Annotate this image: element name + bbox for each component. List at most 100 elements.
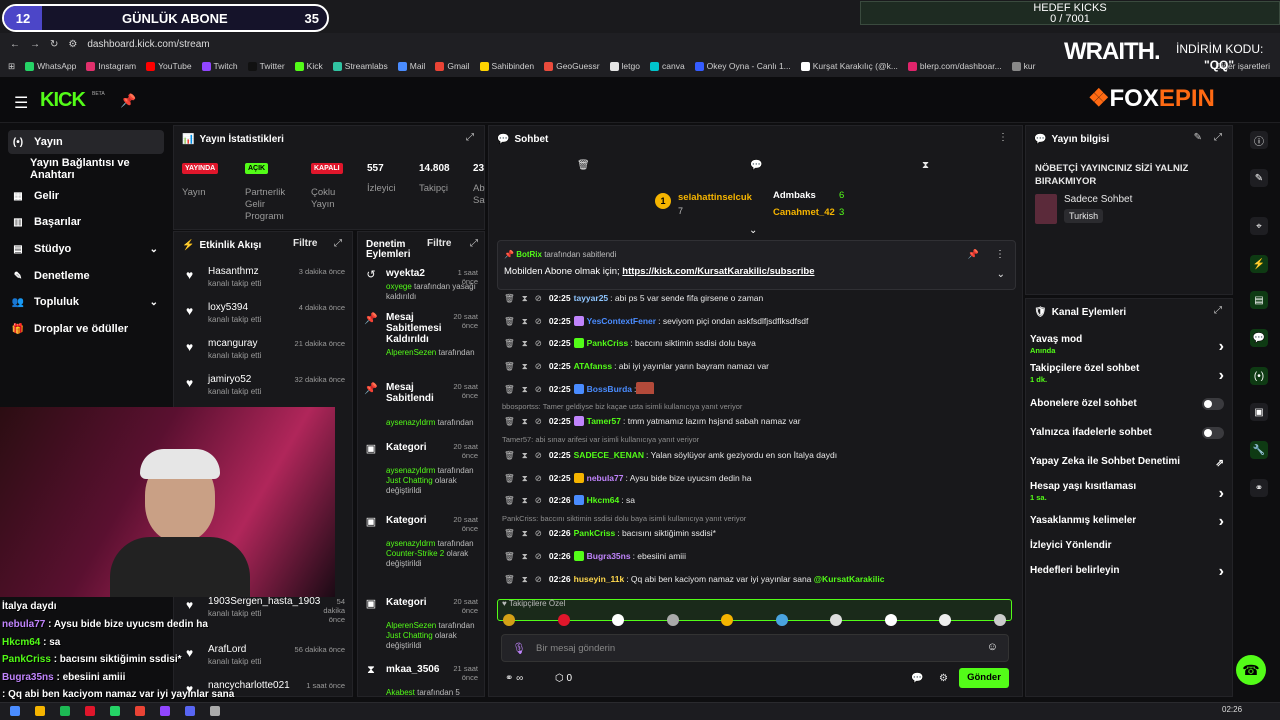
bookmark-sahibinden[interactable]: Sahibinden	[479, 61, 534, 72]
chat-input[interactable]: Bir mesaj gönderin	[536, 643, 615, 654]
taskbar-app-icon[interactable]	[210, 706, 220, 716]
reload-icon[interactable]: ↻	[50, 39, 58, 50]
timeout-icon[interactable]: ⧗	[522, 495, 528, 505]
delete-message-icon[interactable]: 🗑	[504, 338, 515, 348]
activity-user[interactable]: loxy5394	[208, 302, 248, 313]
expand-icon[interactable]: ⤢	[470, 238, 478, 249]
bookmark-kur[interactable]: kur	[1011, 61, 1035, 72]
share-icon[interactable]: ⚭	[1250, 479, 1268, 497]
ban-icon[interactable]: ⊘	[535, 551, 542, 561]
taskbar-app-icon[interactable]	[35, 706, 45, 716]
ban-icon[interactable]: ⊘	[535, 528, 542, 538]
channel-action-yasaklanm-kelimeler[interactable]: Yasaklanmış kelimeler ›	[1030, 513, 1228, 530]
hourglass-icon[interactable]: ⧗	[922, 160, 929, 171]
bookmark-streamlabs[interactable]: Streamlabs	[332, 61, 388, 72]
layout-icon[interactable]: ▣	[1250, 403, 1268, 421]
emoji-icon[interactable]: ☺	[987, 641, 998, 653]
channel-action-hedefleri-belirleyin[interactable]: Hedefleri belirleyin ›	[1030, 563, 1228, 580]
sidebar-item-gelir[interactable]: ▦ Gelir	[8, 184, 164, 208]
mod-action-user[interactable]: oxyege	[386, 282, 412, 291]
timeout-icon[interactable]: ⧗	[522, 450, 528, 460]
expand-icon[interactable]: ⤢	[466, 132, 474, 143]
timeout-icon[interactable]: ⧗	[522, 473, 528, 483]
expand-icon[interactable]: ⤢	[1214, 305, 1222, 316]
delete-message-icon[interactable]: 🗑	[504, 384, 515, 394]
mod-action-user[interactable]: aysenazyldrm	[386, 539, 435, 548]
ban-icon[interactable]: ⊘	[535, 293, 542, 303]
activity-user[interactable]: jamiryo52	[208, 374, 251, 385]
timeout-icon[interactable]: ⧗	[522, 528, 528, 538]
sidebar-item-ba-ar-lar[interactable]: ▥ Başarılar	[8, 210, 164, 234]
pinned-link[interactable]: https://kick.com/KursatKarakilic/subscri…	[622, 266, 814, 277]
bookmark-twitter[interactable]: Twitter	[247, 61, 285, 72]
bookmark-okey-oyna-canl-1[interactable]: Okey Oyna - Canlı 1...	[694, 61, 791, 72]
trash-icon[interactable]: 🗑	[577, 160, 590, 171]
taskbar-app-icon[interactable]	[60, 706, 70, 716]
delete-message-icon[interactable]: 🗑	[504, 361, 515, 371]
emote-icon[interactable]	[993, 614, 1006, 626]
message-user[interactable]: nebula77	[587, 473, 624, 483]
ban-icon[interactable]: ⊘	[535, 338, 542, 348]
message-user[interactable]: SADECE_KENAN	[574, 450, 644, 460]
pinned-more-icon[interactable]: ⋮	[995, 249, 1005, 260]
bookmark-geoguessr[interactable]: GeoGuessr	[544, 61, 600, 72]
bookmark-letgo[interactable]: letgo	[609, 61, 640, 72]
activity-user[interactable]: 1903Sergen_hasta_1903	[208, 596, 320, 607]
toggle-switch[interactable]	[1202, 398, 1224, 410]
bookmark-whatsapp[interactable]: WhatsApp	[25, 61, 76, 72]
gear-icon[interactable]: ⚙	[939, 673, 948, 684]
channel-action-abonelere-zel-sohbet[interactable]: Abonelere özel sohbet	[1030, 398, 1228, 410]
ban-icon[interactable]: ⊘	[535, 416, 542, 426]
ban-icon[interactable]: ⊘	[535, 361, 542, 371]
delete-message-icon[interactable]: 🗑	[504, 528, 515, 538]
sidebar-item-topluluk[interactable]: 👥 Topluluk ⌄	[8, 290, 164, 314]
message-user[interactable]: PankCriss	[574, 528, 616, 538]
timeout-icon[interactable]: ⧗	[522, 416, 528, 426]
ban-icon[interactable]: ⊘	[535, 495, 542, 505]
edit-icon[interactable]: ✎	[1250, 169, 1268, 187]
menu-icon[interactable]: ☰	[14, 93, 28, 113]
sidebar-item-droplar-ve-d-ller[interactable]: 🎁 Droplar ve ödüller	[8, 317, 164, 341]
message-user[interactable]: PankCriss	[587, 338, 629, 348]
message-user[interactable]: ATAfanss	[574, 361, 612, 371]
channel-action-hesap-ya-k-s-tlamas[interactable]: Hesap yaşı kısıtlaması 1 sa. ›	[1030, 481, 1228, 502]
pin-icon[interactable]: 📌	[120, 93, 136, 109]
message-user[interactable]: YesContextFener	[587, 316, 656, 326]
bookmark-canva[interactable]: canva	[649, 61, 685, 72]
ban-icon[interactable]: ⊘	[535, 574, 542, 584]
ban-icon[interactable]: ⊘	[535, 473, 542, 483]
timeout-icon[interactable]: ⧗	[522, 338, 528, 348]
back-icon[interactable]: ←	[10, 39, 20, 50]
capture-icon[interactable]: ⌖	[1250, 217, 1268, 235]
sidebar-item-denetleme[interactable]: ✎ Denetleme	[8, 264, 164, 288]
timeout-icon[interactable]: ⧗	[522, 293, 528, 303]
address-bar[interactable]: dashboard.kick.com/stream	[87, 39, 209, 50]
expand-icon[interactable]: ⤢	[1214, 132, 1222, 143]
delete-message-icon[interactable]: 🗑	[504, 473, 515, 483]
message-mention[interactable]: @KursatKarakilic	[814, 574, 885, 584]
support-icon[interactable]: ☎	[1236, 655, 1266, 685]
activity-user[interactable]: ArafLord	[208, 644, 246, 655]
delete-message-icon[interactable]: 🗑	[504, 551, 515, 561]
emote-icon[interactable]	[612, 614, 624, 626]
message-user[interactable]: Tamer57	[587, 416, 621, 426]
broadcast-icon[interactable]: (•)	[1250, 367, 1268, 385]
timeout-icon[interactable]: ⧗	[522, 361, 528, 371]
delete-message-icon[interactable]: 🗑	[504, 416, 515, 426]
pinned-expand-icon[interactable]: ⌄	[997, 269, 1005, 280]
delete-message-icon[interactable]: 🗑	[504, 316, 515, 326]
apps-icon[interactable]: ⊞	[8, 61, 15, 72]
more-icon[interactable]: ⋮	[998, 132, 1008, 143]
points-icon[interactable]: ⚭ ∞	[505, 673, 523, 684]
chat-icon[interactable]: 💬	[1250, 329, 1268, 347]
site-info-icon[interactable]: ⚙	[68, 39, 77, 50]
mic-icon[interactable]: 🎙	[512, 642, 526, 655]
chat-input-box[interactable]: 🎙 Bir mesaj gönderin ☺	[501, 634, 1009, 662]
emote-icon[interactable]	[503, 614, 515, 626]
chat-settings-bubble-icon[interactable]: 💬	[911, 673, 923, 684]
message-user[interactable]: tayyar25	[574, 293, 609, 303]
ban-icon[interactable]: ⊘	[535, 316, 542, 326]
delete-message-icon[interactable]: 🗑	[504, 574, 515, 584]
activity-user[interactable]: Hasanthmz	[208, 266, 259, 277]
message-user[interactable]: huseyin_11k	[574, 574, 625, 584]
